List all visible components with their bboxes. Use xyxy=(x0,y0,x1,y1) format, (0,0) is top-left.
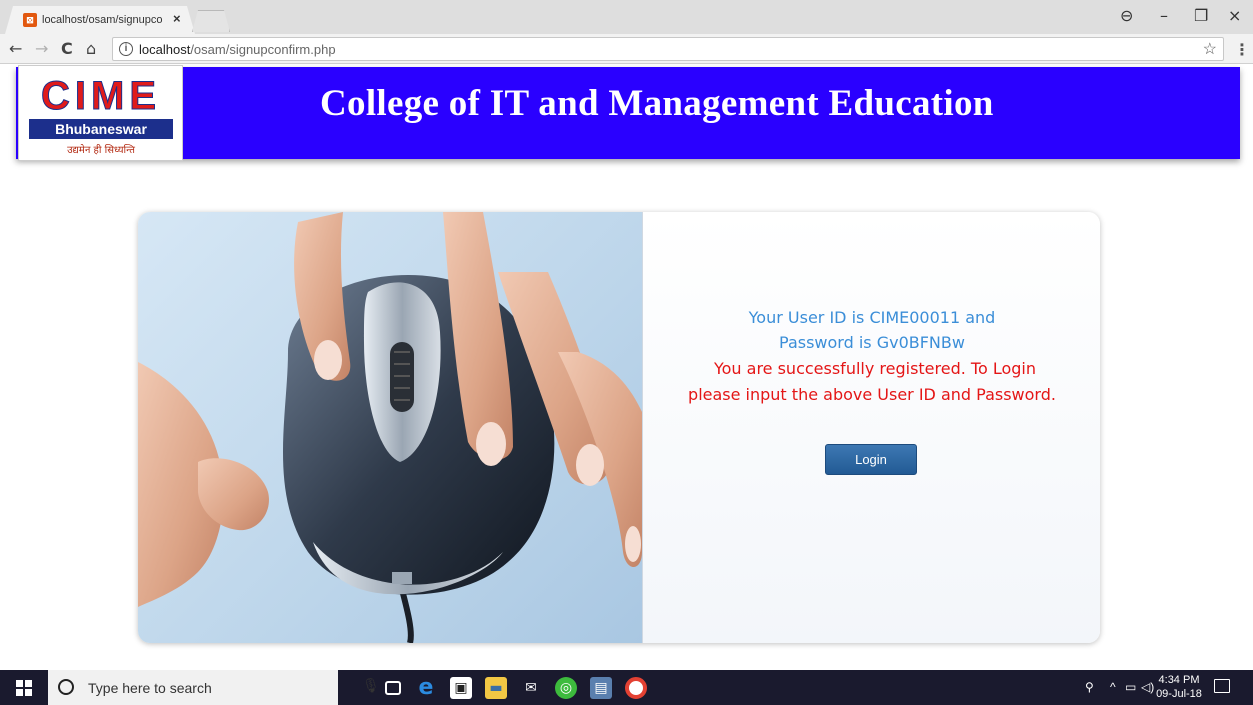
close-window-button[interactable]: × xyxy=(1228,6,1241,25)
logo-wordmark: CIME xyxy=(41,74,161,118)
signup-confirm-card: Your User ID is CIME00011 and Password i… xyxy=(138,212,1100,643)
forward-button[interactable]: → xyxy=(35,39,48,58)
browser-tab-bar: ⊠ localhost/osam/signupco × ⊖ – ❐ × xyxy=(0,0,1253,34)
tab-title: localhost/osam/signupco xyxy=(42,14,163,26)
success-message-line2: please input the above User ID and Passw… xyxy=(688,385,1056,404)
browser-icon[interactable]: ◎ xyxy=(555,677,577,699)
minimize-button[interactable]: – xyxy=(1160,6,1168,25)
url-text: localhost/osam/signupconfirm.php xyxy=(139,42,336,57)
show-hidden-icons[interactable]: ^ xyxy=(1110,680,1116,694)
success-message-line1: You are successfully registered. To Logi… xyxy=(713,359,1037,378)
file-explorer-icon[interactable]: ▬ xyxy=(485,677,507,699)
mail-icon[interactable]: ✉ xyxy=(520,677,542,699)
url-path: /osam/signupconfirm.php xyxy=(190,42,336,57)
taskbar-clock[interactable]: 4:34 PM 09-Jul-18 xyxy=(1155,673,1203,701)
address-bar[interactable]: i localhost/osam/signupconfirm.php ☆ xyxy=(112,37,1224,61)
store-icon[interactable]: ▣ xyxy=(450,677,472,699)
clock-date: 09-Jul-18 xyxy=(1156,688,1202,700)
password-message: Password is Gv0BFNBw xyxy=(779,333,965,352)
bookmark-star-icon[interactable]: ☆ xyxy=(1203,39,1217,59)
search-placeholder: Type here to search xyxy=(88,680,212,696)
volume-icon[interactable]: ◁) xyxy=(1141,680,1154,694)
logo-city: Bhubaneswar xyxy=(29,119,173,139)
back-button[interactable]: ← xyxy=(9,39,22,58)
browser-menu-icon[interactable]: ⋮ xyxy=(1234,40,1250,59)
cortana-icon xyxy=(58,679,74,695)
login-button[interactable]: Login xyxy=(825,444,917,475)
clock-time: 4:34 PM xyxy=(1158,674,1200,686)
tab-close-icon[interactable]: × xyxy=(173,11,181,26)
xampp-favicon-icon: ⊠ xyxy=(23,13,37,27)
logo-tagline: उद्यमेन ही सिध्यन्ति xyxy=(67,145,135,156)
page-title: College of IT and Management Education xyxy=(320,83,994,124)
hand-on-mouse-image xyxy=(138,212,642,643)
cime-logo: CIME Bhubaneswar उद्यमेन ही सिध्यन्ति xyxy=(18,65,183,161)
home-button[interactable]: ⌂ xyxy=(86,39,96,58)
task-view-icon[interactable] xyxy=(385,681,401,695)
windows-taskbar: Type here to search 🎙 e ▣ ▬ ✉ ◎ ▤ ⚲ ^ ▭ … xyxy=(0,670,1253,705)
confirmation-panel: Your User ID is CIME00011 and Password i… xyxy=(642,212,1100,643)
reload-button[interactable]: C xyxy=(61,39,73,58)
notepad-icon[interactable]: ▤ xyxy=(590,677,612,699)
chrome-icon[interactable] xyxy=(625,677,647,699)
user-id-message: Your User ID is CIME00011 and xyxy=(748,308,996,327)
edge-icon[interactable]: e xyxy=(415,677,437,699)
people-icon[interactable]: ⚲ xyxy=(1085,680,1094,694)
windows-start-icon[interactable] xyxy=(16,680,32,696)
profile-icon[interactable]: ⊖ xyxy=(1120,6,1133,25)
microphone-icon[interactable]: 🎙 xyxy=(362,678,380,694)
site-info-icon[interactable]: i xyxy=(119,42,133,56)
browser-toolbar: ← → C ⌂ i localhost/osam/signupconfirm.p… xyxy=(0,34,1253,64)
action-center-icon[interactable] xyxy=(1214,679,1230,693)
mouse-illustration xyxy=(138,212,642,643)
taskbar-search-box[interactable]: Type here to search 🎙 xyxy=(48,670,380,705)
browser-tab[interactable]: ⊠ localhost/osam/signupco × xyxy=(5,6,195,34)
network-icon[interactable]: ▭ xyxy=(1125,680,1136,694)
restore-button[interactable]: ❐ xyxy=(1194,6,1208,25)
url-host: localhost xyxy=(139,42,191,57)
new-tab-button[interactable] xyxy=(192,10,230,32)
